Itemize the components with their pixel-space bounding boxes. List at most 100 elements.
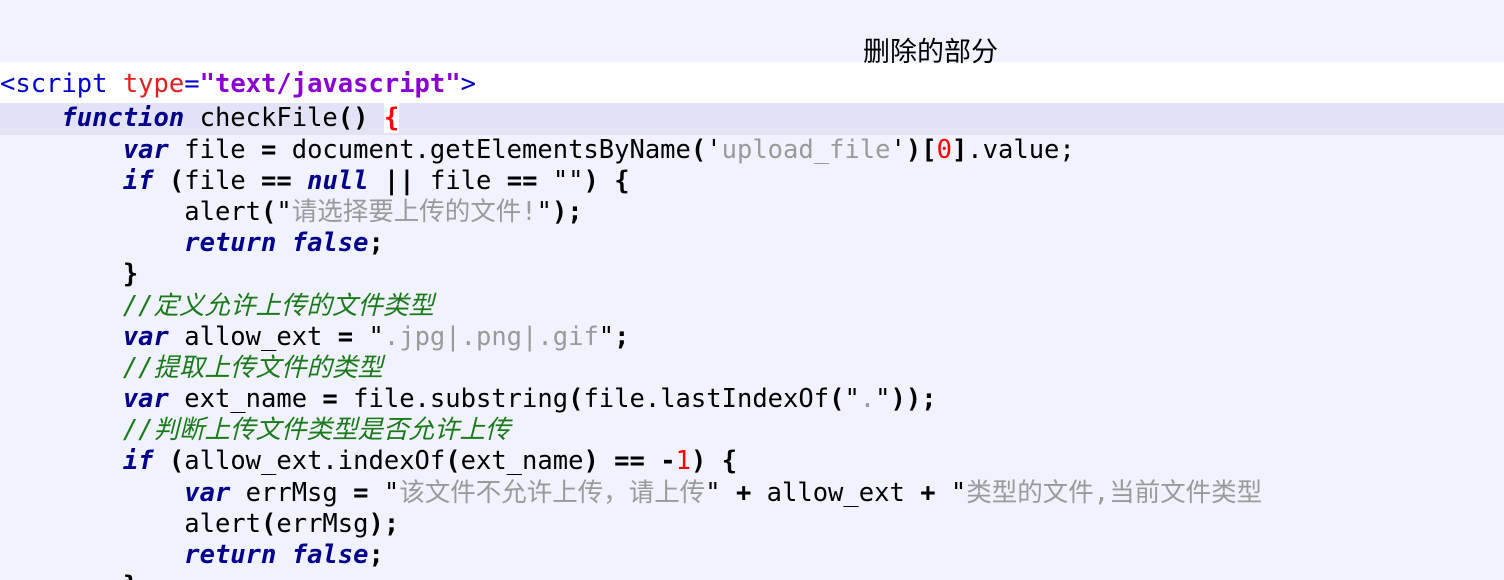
code-line[interactable]: var ext_name = file.substring(file.lastI… (0, 384, 1504, 415)
code-token: ; (368, 228, 384, 259)
code-token: ext_name (168, 384, 323, 415)
code-line[interactable]: <script type="text/javascript"> (0, 62, 1504, 104)
code-token: type (122, 69, 185, 100)
code-token: ' (890, 134, 906, 165)
code-token: false (291, 228, 369, 259)
code-token: " (536, 196, 552, 227)
code-token: ( (568, 384, 584, 415)
code-line[interactable]: var allow_ext = ".jpg|.png|.gif"; (0, 322, 1504, 353)
code-token: " (276, 196, 292, 227)
code-token: alert (184, 508, 261, 539)
code-token: { (721, 446, 738, 477)
code-token: ) (690, 446, 707, 477)
code-token: ( (261, 196, 277, 227)
code-token: ( (829, 384, 845, 415)
code-token: checkFile (184, 103, 338, 134)
code-token: - (660, 446, 676, 477)
code-token: ( (690, 134, 707, 165)
code-token: 请选择要上传的文件! (291, 196, 537, 227)
code-line[interactable]: } (0, 571, 1504, 580)
code-token: () (337, 103, 369, 134)
code-line[interactable]: if (file == null || file == "") { (0, 166, 1504, 197)
code-token: " (950, 477, 967, 508)
code-token: function (61, 103, 185, 134)
code-token: "text/javascript" (199, 69, 461, 100)
code-token: .value; (967, 134, 1075, 165)
code-token: var (122, 321, 169, 352)
code-token: ; (368, 540, 384, 571)
code-token: 该文件不允许上传，请上传 (399, 477, 706, 508)
code-token: if (122, 446, 154, 477)
code-token: alert (184, 196, 261, 227)
code-line[interactable]: var errMsg = "该文件不允许上传，请上传" + allow_ext … (0, 478, 1504, 509)
code-line[interactable]: return false; (0, 540, 1504, 571)
code-token: <script (0, 69, 108, 100)
code-token: allow_ext (168, 321, 338, 352)
code-token: "" (552, 165, 584, 196)
code-line[interactable]: } (0, 259, 1504, 290)
code-token: //定义允许上传的文件类型 (122, 290, 435, 321)
code-line[interactable]: alert("请选择要上传的文件!"); (0, 197, 1504, 228)
code-line[interactable]: var file = document.getElementsByName('u… (0, 135, 1504, 166)
code-token: 类型的文件,当前文件类型 (966, 477, 1263, 508)
code-token: errMsg (276, 508, 369, 539)
code-lines-container[interactable]: <script type="text/javascript"> function… (0, 62, 1504, 580)
code-token: == (261, 165, 292, 196)
code-token: ( (168, 446, 185, 477)
code-line[interactable]: function checkFile() { (0, 103, 1504, 135)
code-token: = (261, 134, 277, 165)
code-editor-viewport[interactable]: <script type="text/javascript"> function… (0, 0, 1504, 580)
code-token: document.getElementsByName (276, 134, 691, 165)
code-token: ) (583, 446, 599, 477)
code-token: 1 (675, 446, 691, 477)
code-line[interactable]: return false; (0, 228, 1504, 259)
code-token: == (506, 165, 538, 196)
code-token: . (859, 384, 876, 415)
code-line[interactable]: if (allow_ext.indexOf(ext_name) == -1) { (0, 446, 1504, 477)
code-token: = (337, 321, 354, 352)
code-token: file (414, 165, 507, 196)
code-token: file (184, 165, 262, 196)
code-token: ( (261, 508, 277, 539)
code-token: //提取上传文件的类型 (122, 352, 384, 383)
code-token: = (353, 477, 369, 508)
code-token: allow_ext.indexOf (184, 446, 446, 477)
code-token: var (122, 384, 169, 415)
code-line[interactable]: alert(errMsg); (0, 509, 1504, 540)
code-token: ; (614, 321, 630, 352)
code-token: } (123, 571, 138, 580)
code-token: ; (567, 196, 583, 227)
code-token: ) (551, 196, 568, 227)
code-line[interactable]: //提取上传文件的类型 (0, 353, 1504, 384)
code-token: if (122, 165, 154, 196)
code-token: file.substring (337, 384, 569, 415)
code-token: ( (168, 165, 185, 196)
code-token: + (920, 477, 936, 508)
code-token: //判断上传文件类型是否允许上传 (122, 415, 511, 446)
code-token: ( (445, 446, 461, 477)
code-line[interactable]: //定义允许上传的文件类型 (0, 291, 1504, 322)
code-token: " (705, 477, 721, 508)
code-token: ] (951, 134, 968, 165)
code-token: ; (383, 508, 400, 539)
code-line[interactable]: //判断上传文件类型是否允许上传 (0, 415, 1504, 446)
